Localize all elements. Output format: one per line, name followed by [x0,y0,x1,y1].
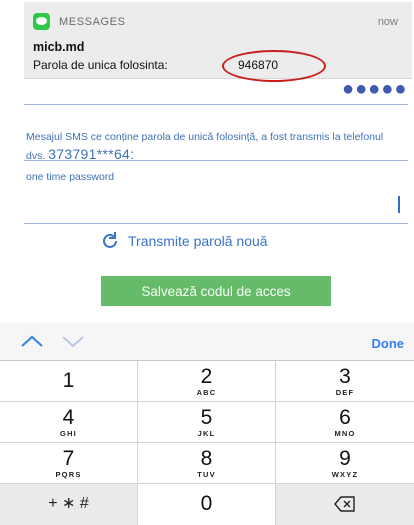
key-digit: 3 [339,365,351,388]
key-backspace[interactable] [276,484,414,525]
done-button[interactable]: Done [372,336,405,351]
key-letters: MNO [334,429,356,438]
backspace-icon [334,496,355,512]
otp-field-label: one time password [26,171,115,183]
key-4[interactable]: 4 GHI [0,402,138,443]
key-0[interactable]: 0 [138,484,276,525]
red-annotation-circle [222,50,326,82]
key-digit: 9 [339,447,351,470]
text-cursor [398,196,400,213]
key-digit: 4 [62,406,75,429]
save-access-code-button[interactable]: Salvează codul de acces [101,276,331,306]
keyboard-toolbar: Done [0,323,414,361]
key-8[interactable]: 8 TUV [138,443,276,484]
divider [24,160,408,161]
key-symbols-label: + ∗ # [48,495,89,512]
key-6[interactable]: 6 MNO [276,402,414,443]
divider [24,104,408,105]
key-digit: 7 [62,447,75,470]
notification-body: Parola de unica folosinta: [33,58,168,72]
key-letters: JKL [197,429,216,438]
key-digit: 0 [200,492,213,515]
key-2[interactable]: 2 ABC [138,361,276,402]
key-digit: 2 [200,365,213,388]
chevron-down-icon[interactable] [61,333,85,349]
resend-label: Transmite parolă nouă [128,233,268,249]
screen: MESSAGES now micb.md Parola de unica fol… [0,0,414,525]
refresh-icon [103,232,117,248]
key-symbols[interactable]: + ∗ # [0,484,138,525]
key-7[interactable]: 7 PQRS [0,443,138,484]
notification-header: MESSAGES now [24,2,412,36]
notification-sender: micb.md [33,40,85,54]
key-1[interactable]: 1 [0,361,138,402]
key-letters: ABC [196,388,217,397]
sms-notification[interactable]: MESSAGES now micb.md Parola de unica fol… [24,2,412,82]
key-letters: WXYZ [331,470,359,479]
key-digit: 5 [200,406,213,429]
notification-app-name: MESSAGES [59,16,126,28]
key-digit: 8 [200,447,213,470]
messages-app-icon [33,13,50,30]
divider [24,223,408,224]
password-dots-icon: ●●●●● [342,78,408,100]
key-letters: TUV [197,470,216,479]
key-9[interactable]: 9 WXYZ [276,443,414,484]
key-letters: GHI [60,429,77,438]
resend-password-link[interactable]: Transmite parolă nouă [100,231,268,251]
numeric-keyboard: Done 1 2 ABC 3 DEF 4 GHI 5 JKL 6 MNO 7 P… [0,323,414,525]
key-5[interactable]: 5 JKL [138,402,276,443]
key-3[interactable]: 3 DEF [276,361,414,402]
key-digit: 1 [62,369,75,392]
key-letters: DEF [335,388,355,397]
key-digit: 6 [339,406,351,429]
notification-time: now [377,16,398,28]
otp-input[interactable] [24,188,408,221]
chevron-up-icon[interactable] [20,333,44,349]
key-letters: PQRS [55,470,82,479]
